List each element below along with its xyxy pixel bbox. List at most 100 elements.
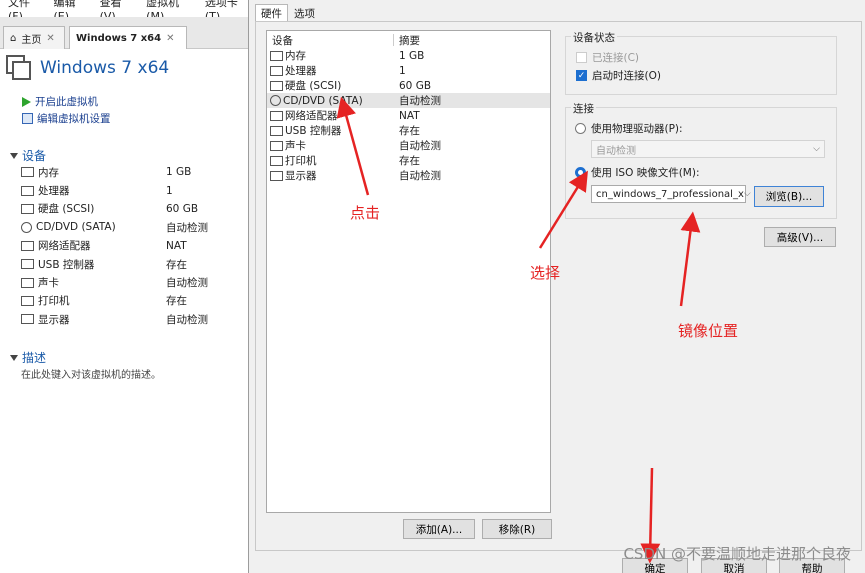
- list-item[interactable]: 打印机 存在: [267, 153, 550, 168]
- connected-checkbox[interactable]: 已连接(C): [576, 50, 639, 65]
- memory-icon: [270, 50, 283, 61]
- chevron-down-icon: ⌵: [743, 189, 751, 199]
- edit-settings-link[interactable]: 编辑虚拟机设置: [22, 110, 111, 127]
- printer-icon: [270, 155, 283, 166]
- list-header: 设备 摘要: [267, 32, 550, 47]
- list-item[interactable]: 硬盘 (SCSI) 60 GB: [267, 78, 550, 93]
- list-item[interactable]: 声卡 自动检测: [267, 138, 550, 153]
- physical-drive-label: 使用物理驱动器(P):: [591, 123, 683, 135]
- device-name: 声卡: [285, 140, 306, 152]
- hardware-device-list: 设备 摘要 内存 1 GB 处理器 1 硬盘 (SCSI) 60 GB CD/DVD …: [266, 30, 551, 513]
- vm-device-list: 内存 1 GB 处理器 1 硬盘 (SCSI) 60 GB CD/DVD (SATA)…: [21, 163, 246, 329]
- device-name: CD/DVD (SATA): [36, 221, 116, 234]
- vm-header: Windows 7 x64: [6, 55, 169, 81]
- menubar: 文件(F) 编辑(E) 查看(V) 虚拟机(M) 选项卡(T): [0, 0, 250, 23]
- cpu-icon: [21, 185, 34, 196]
- description-section-header[interactable]: 描述: [10, 349, 46, 366]
- play-icon: [22, 96, 31, 107]
- device-name: 网络适配器: [38, 240, 91, 253]
- device-status-group: 设备状态 已连接(C) ✓ 启动时连接(O): [565, 30, 837, 95]
- device-value: 自动检测: [166, 313, 208, 326]
- devices-section-header[interactable]: 设备: [10, 147, 46, 164]
- tab-home-label: 主页: [21, 34, 42, 46]
- device-name: 硬盘 (SCSI): [38, 203, 95, 216]
- list-item[interactable]: CD/DVD (SATA) 自动检测: [21, 218, 246, 236]
- device-name: USB 控制器: [38, 258, 95, 271]
- device-name: USB 控制器: [285, 125, 342, 137]
- vm-icon: [6, 55, 32, 81]
- collapse-icon: [10, 152, 18, 159]
- annotation-click: 点击: [350, 204, 381, 222]
- device-summary: 自动检测: [399, 170, 441, 182]
- annotation-image-location: 镜像位置: [678, 322, 739, 340]
- list-item[interactable]: 打印机 存在: [21, 292, 246, 310]
- watermark: CSDN @不要温顺地走进那个良夜: [623, 545, 851, 563]
- device-value: 1: [166, 184, 173, 197]
- advanced-button[interactable]: 高级(V)...: [764, 227, 836, 247]
- list-item[interactable]: 网络适配器 NAT: [267, 108, 550, 123]
- device-name: 显示器: [285, 170, 317, 182]
- tab-home[interactable]: ⌂ 主页 ✕: [3, 26, 65, 49]
- list-item[interactable]: 显示器 自动检测: [267, 168, 550, 183]
- tab-vm[interactable]: Windows 7 x64 ✕: [69, 26, 187, 49]
- device-summary: 存在: [399, 125, 420, 137]
- list-item[interactable]: 处理器 1: [267, 63, 550, 78]
- close-icon[interactable]: ✕: [166, 33, 174, 44]
- device-name: 处理器: [38, 185, 70, 198]
- list-item[interactable]: 硬盘 (SCSI) 60 GB: [21, 200, 246, 218]
- device-value: 自动检测: [166, 277, 208, 290]
- device-summary: 1: [399, 64, 406, 77]
- connection-title: 连接: [571, 101, 596, 116]
- description-text[interactable]: 在此处键入对该虚拟机的描述。: [21, 366, 161, 381]
- close-icon[interactable]: ✕: [46, 33, 54, 44]
- list-item[interactable]: USB 控制器 存在: [267, 123, 550, 138]
- usb-icon: [21, 259, 34, 270]
- tab-options[interactable]: 选项: [288, 4, 321, 21]
- sound-icon: [21, 277, 34, 288]
- display-icon: [270, 170, 283, 181]
- settings-dialog: 硬件 选项 设备 摘要 内存 1 GB 处理器 1 硬盘 (SCSI) 60 GB C…: [248, 0, 865, 573]
- list-item[interactable]: 网络适配器 NAT: [21, 237, 246, 255]
- chevron-down-icon: ⌵: [813, 144, 820, 154]
- device-name: 内存: [38, 166, 59, 179]
- check-icon: ✓: [576, 70, 587, 81]
- connected-label: 已连接(C): [592, 52, 640, 64]
- physical-drive-select[interactable]: 自动检测 ⌵: [591, 140, 825, 158]
- device-value: 自动检测: [166, 221, 208, 234]
- browse-button[interactable]: 浏览(B)...: [754, 186, 824, 207]
- cpu-icon: [270, 65, 283, 76]
- list-item[interactable]: 内存 1 GB: [21, 163, 246, 181]
- list-item[interactable]: 声卡 自动检测: [21, 273, 246, 291]
- description-header-label: 描述: [22, 351, 47, 365]
- cdrom-icon: [21, 221, 32, 233]
- device-value: 存在: [166, 258, 187, 271]
- iso-image-radio[interactable]: 使用 ISO 映像文件(M):: [575, 165, 700, 180]
- iso-path-input[interactable]: cn_windows_7_professional_x ⌵: [591, 185, 751, 203]
- physical-drive-radio[interactable]: 使用物理驱动器(P):: [575, 121, 683, 136]
- device-value: 60 GB: [166, 202, 199, 215]
- dialog-tabs: 硬件 选项: [255, 4, 321, 21]
- device-name: 内存: [285, 50, 306, 62]
- radio-selected-icon: [575, 167, 586, 178]
- list-item[interactable]: 内存 1 GB: [267, 48, 550, 63]
- device-summary: 1 GB: [399, 49, 425, 62]
- network-icon: [21, 240, 34, 251]
- device-summary: 存在: [399, 155, 420, 167]
- power-on-link[interactable]: 开启此虚拟机: [22, 93, 111, 110]
- list-item[interactable]: USB 控制器 存在: [21, 255, 246, 273]
- display-icon: [21, 314, 34, 325]
- tab-hardware[interactable]: 硬件: [255, 4, 288, 21]
- connect-at-power-on-checkbox[interactable]: ✓ 启动时连接(O): [576, 68, 661, 83]
- list-item[interactable]: 处理器 1: [21, 181, 246, 199]
- physical-drive-value: 自动检测: [596, 145, 636, 157]
- remove-device-button[interactable]: 移除(R): [482, 519, 552, 539]
- harddisk-icon: [270, 80, 283, 91]
- add-device-button[interactable]: 添加(A)...: [403, 519, 475, 539]
- power-on-label: 开启此虚拟机: [35, 96, 98, 108]
- device-summary: 60 GB: [399, 79, 432, 92]
- list-item-selected[interactable]: CD/DVD (SATA) 自动检测: [267, 93, 550, 108]
- printer-icon: [21, 295, 34, 306]
- sound-icon: [270, 140, 283, 151]
- list-item[interactable]: 显示器 自动检测: [21, 310, 246, 328]
- device-name: 声卡: [38, 277, 59, 290]
